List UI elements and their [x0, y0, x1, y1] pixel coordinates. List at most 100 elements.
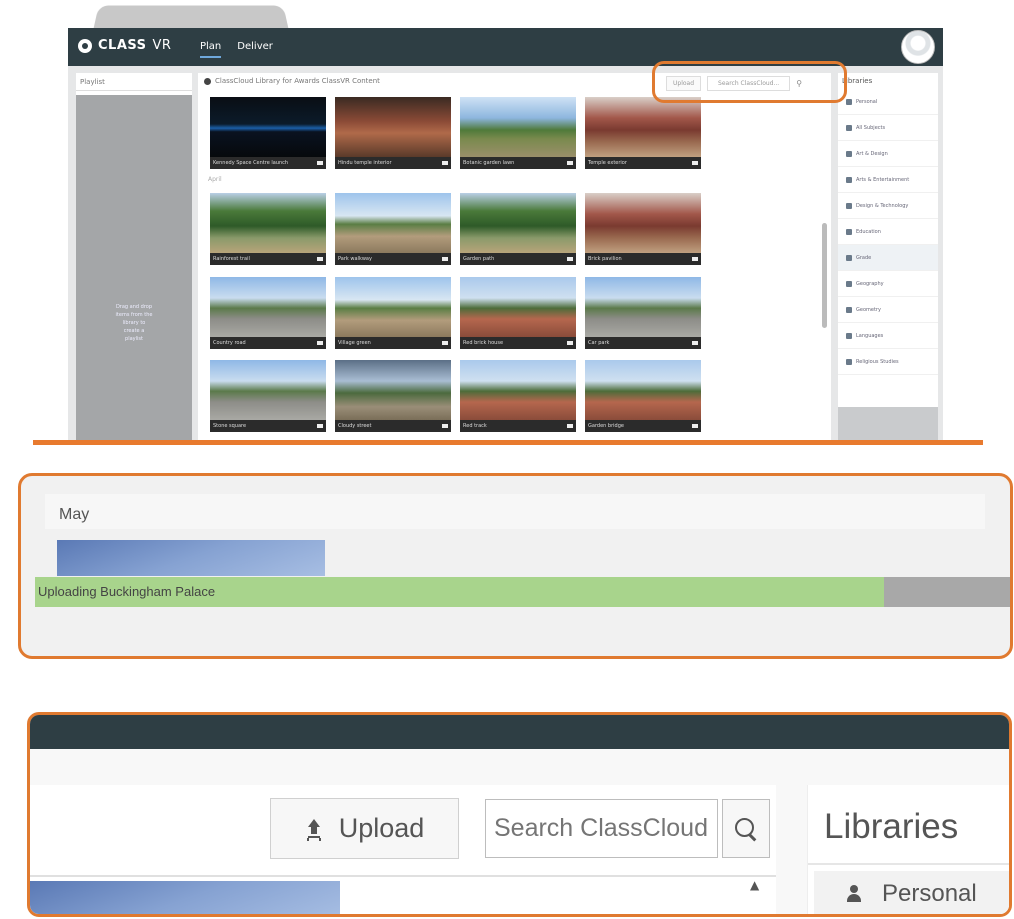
library-item[interactable]: All Subjects: [838, 115, 938, 141]
chat-icon: [846, 332, 852, 339]
upload-progress-panel: May Uploading Buckingham Palace: [18, 473, 1013, 659]
library-item-label: Design & Technology: [856, 202, 909, 209]
library-item[interactable]: Arts & Entertainment: [838, 167, 938, 193]
thumbnail-caption: Stone square: [210, 420, 326, 432]
library-thumbnail[interactable]: Park walkway: [335, 193, 451, 265]
globe-icon: [846, 280, 852, 287]
library-thumbnail[interactable]: Brick pavilion: [585, 193, 701, 265]
user-avatar-icon[interactable]: [901, 30, 935, 64]
thumbnail-caption: Garden path: [460, 253, 576, 265]
search-button[interactable]: [722, 799, 770, 858]
library-item-label: Geography: [856, 280, 884, 287]
libraries-rule: [808, 863, 1009, 865]
library-thumbnail[interactable]: Garden bridge: [585, 360, 701, 432]
classvr-logo[interactable]: CLASS VR: [78, 38, 171, 53]
wrench-icon: [846, 202, 852, 209]
playlist-drop-zone[interactable]: Drag and drop items from the library to …: [76, 95, 192, 443]
library-item[interactable]: Geometry: [838, 297, 938, 323]
library-thumbnail[interactable]: Temple exterior: [585, 97, 701, 169]
library-item-label: Grade: [856, 254, 872, 261]
library-thumbnail[interactable]: Red track: [460, 360, 576, 432]
thumbnail-caption: Red brick house: [460, 337, 576, 349]
scroll-up-icon[interactable]: ▲: [750, 878, 759, 892]
library-thumbnail[interactable]: Car park: [585, 277, 701, 349]
divider-line: [33, 440, 983, 445]
library-item-label: Languages: [856, 332, 884, 339]
libraries-sidebar-footer: [838, 407, 938, 443]
nav-plan[interactable]: Plan: [200, 41, 222, 58]
person-icon: [846, 884, 862, 904]
library-item[interactable]: Religious Studies: [838, 349, 938, 375]
upload-progress-label: Uploading Buckingham Palace: [38, 584, 216, 599]
thumbnail-caption: Temple exterior: [585, 157, 701, 169]
library-item[interactable]: Geography: [838, 271, 938, 297]
upload-button-label: Upload: [338, 813, 425, 843]
library-thumbnail[interactable]: Village green: [335, 277, 451, 349]
library-item[interactable]: Grade: [838, 245, 938, 271]
shape-icon: [846, 306, 852, 313]
library-item-label: Art & Design: [856, 150, 888, 157]
library-item-label: Religious Studies: [856, 358, 899, 365]
library-item[interactable]: Languages: [838, 323, 938, 349]
thumbnail-caption: Red track: [460, 420, 576, 432]
library-thumbnail[interactable]: Botanic garden lawn: [460, 97, 576, 169]
person-icon: [846, 98, 852, 105]
search-input[interactable]: [485, 799, 718, 858]
library-thumbnail[interactable]: Red brick house: [460, 277, 576, 349]
playlist-panel: Playlist Drag and drop items from the li…: [76, 73, 192, 443]
browser-tab: [93, 5, 289, 31]
library-thumbnail[interactable]: Rainforest trail: [210, 193, 326, 265]
library-thumbnail[interactable]: Stone square: [210, 360, 326, 432]
thumbnail-image: [210, 360, 326, 420]
thumbnail-image: [460, 97, 576, 157]
breadcrumb: ClassCloud Library for Awards ClassVR Co…: [204, 77, 380, 85]
thumbnail-caption: Garden bridge: [585, 420, 701, 432]
thumbnail-image: [585, 360, 701, 420]
playlist-title: Playlist: [76, 73, 192, 91]
thumbnail-caption: Brick pavilion: [585, 253, 701, 265]
upload-icon: [305, 818, 323, 839]
thumbnail-image: [585, 97, 701, 157]
library-thumbnail[interactable]: Country road: [210, 277, 326, 349]
library-thumbnail[interactable]: Kennedy Space Centre launch: [210, 97, 326, 169]
library-content: ClassCloud Library for Awards ClassVR Co…: [198, 73, 831, 443]
brand-name: CLASS: [98, 38, 147, 53]
thumbnail-caption: Botanic garden lawn: [460, 157, 576, 169]
avatar-corner: [1007, 715, 1009, 732]
library-item-label: Geometry: [856, 306, 881, 313]
libraries-title: Libraries: [824, 807, 959, 846]
library-thumbnail[interactable]: Garden path: [460, 193, 576, 265]
library-item-personal[interactable]: Personal: [814, 871, 1009, 914]
search-icon: [733, 816, 759, 842]
cloud-icon: [204, 77, 211, 85]
thumbnail-image: [585, 193, 701, 253]
zoomed-thumbnail: [30, 881, 340, 914]
nav-deliver[interactable]: Deliver: [237, 41, 273, 58]
upload-button[interactable]: Upload: [270, 798, 459, 859]
breadcrumb-label: ClassCloud Library for Awards ClassVR Co…: [215, 77, 380, 85]
library-item[interactable]: Design & Technology: [838, 193, 938, 219]
thumbnail-caption: Park walkway: [335, 253, 451, 265]
library-scrollbar[interactable]: [822, 223, 827, 328]
library-item[interactable]: Education: [838, 219, 938, 245]
library-thumbnail[interactable]: Cloudy street: [335, 360, 451, 432]
thumbnail-caption: Hindu temple interior: [335, 157, 451, 169]
libraries-sidebar-title: Libraries: [842, 77, 873, 85]
thumbnail-image: [460, 277, 576, 337]
libraries-list: Personal All Subjects Art & Design Arts & E…: [838, 89, 938, 375]
library-item-label: Education: [856, 228, 881, 235]
thumbnail-image: [210, 193, 326, 253]
library-item[interactable]: Personal: [838, 89, 938, 115]
thumbnail-image: [460, 193, 576, 253]
thumbnail-image: [460, 360, 576, 420]
thumbnail-image: [210, 277, 326, 337]
library-thumbnail[interactable]: Hindu temple interior: [335, 97, 451, 169]
library-item[interactable]: Art & Design: [838, 141, 938, 167]
libraries-sidebar: Libraries Personal All Subjects Art & Desi…: [838, 73, 938, 443]
library-item-personal-label: Personal: [882, 880, 977, 907]
thumbnail-caption: Country road: [210, 337, 326, 349]
church-icon: [846, 358, 852, 365]
zoomed-divider: [30, 875, 776, 877]
library-item-label: Arts & Entertainment: [856, 176, 910, 183]
thumbnail-image: [585, 277, 701, 337]
